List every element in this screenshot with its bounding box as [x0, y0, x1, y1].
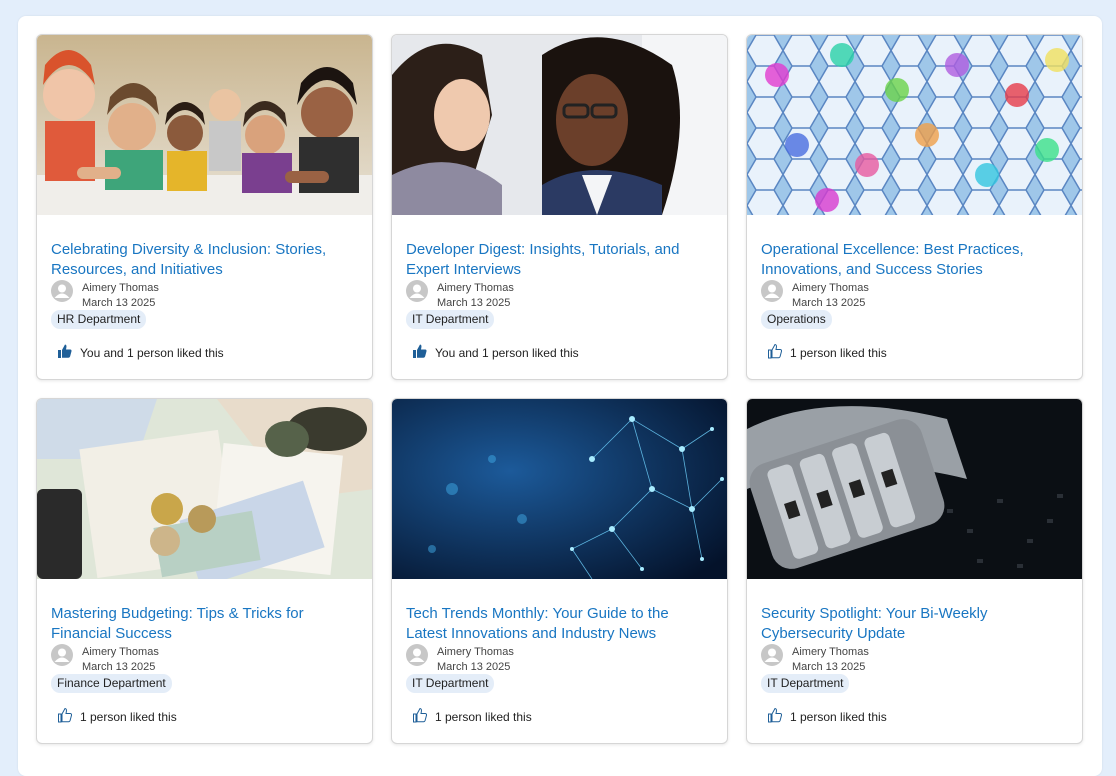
likes-row: You and 1 person liked this [57, 343, 317, 363]
post-date: March 13 2025 [82, 297, 156, 309]
avatar-icon [51, 280, 73, 302]
department-tag[interactable]: Operations [761, 310, 832, 329]
likes-row: 1 person liked this [767, 707, 1027, 727]
department-tag[interactable]: IT Department [406, 310, 495, 329]
post-title[interactable]: Operational Excellence: Best Practices, … [761, 240, 1061, 280]
money-map-image[interactable] [37, 399, 373, 579]
thumbs-up-outline-icon[interactable] [57, 707, 73, 723]
avatar-icon [406, 644, 428, 666]
likes-text: 1 person liked this [790, 710, 887, 724]
news-panel: Celebrating Diversity & Inclusion: Stori… [18, 16, 1102, 776]
department-tag[interactable]: Finance Department [51, 674, 172, 693]
avatar-icon [406, 280, 428, 302]
news-card[interactable]: Celebrating Diversity & Inclusion: Stori… [36, 34, 373, 380]
post-date: March 13 2025 [82, 661, 156, 673]
hexagons-image[interactable] [747, 35, 1083, 215]
developers-photo-image[interactable] [392, 35, 728, 215]
author-info: Aimery Thomas March 13 2025 [406, 280, 626, 309]
author-info: Aimery Thomas March 13 2025 [761, 280, 981, 309]
thumbs-up-outline-icon[interactable] [412, 707, 428, 723]
author-info: Aimery Thomas March 13 2025 [761, 644, 981, 673]
news-card[interactable]: Mastering Budgeting: Tips & Tricks for F… [36, 398, 373, 744]
thumbs-up-outline-icon[interactable] [767, 343, 783, 359]
avatar-icon [51, 644, 73, 666]
post-title[interactable]: Developer Digest: Insights, Tutorials, a… [406, 240, 706, 280]
likes-text: 1 person liked this [80, 710, 177, 724]
padlock-image[interactable] [747, 399, 1083, 579]
news-card[interactable]: Security Spotlight: Your Bi-Weekly Cyber… [746, 398, 1083, 744]
likes-row: 1 person liked this [767, 343, 1027, 363]
author-info: Aimery Thomas March 13 2025 [406, 644, 626, 673]
news-card[interactable]: Operational Excellence: Best Practices, … [746, 34, 1083, 380]
author-name: Aimery Thomas [82, 282, 159, 294]
avatar-icon [761, 644, 783, 666]
author-name: Aimery Thomas [82, 646, 159, 658]
department-tag[interactable]: IT Department [761, 674, 850, 693]
author-name: Aimery Thomas [437, 646, 514, 658]
likes-text: 1 person liked this [790, 346, 887, 360]
news-card[interactable]: Developer Digest: Insights, Tutorials, a… [391, 34, 728, 380]
likes-row: 1 person liked this [412, 707, 672, 727]
author-info: Aimery Thomas March 13 2025 [51, 280, 271, 309]
author-name: Aimery Thomas [437, 282, 514, 294]
thumbs-up-filled-icon[interactable] [412, 343, 428, 359]
post-title[interactable]: Tech Trends Monthly: Your Guide to the L… [406, 604, 706, 644]
author-name: Aimery Thomas [792, 282, 869, 294]
post-title[interactable]: Security Spotlight: Your Bi-Weekly Cyber… [761, 604, 1061, 644]
network-image[interactable] [392, 399, 728, 579]
department-tag[interactable]: HR Department [51, 310, 147, 329]
likes-text: You and 1 person liked this [80, 346, 224, 360]
news-grid: Celebrating Diversity & Inclusion: Stori… [36, 34, 1083, 744]
post-date: March 13 2025 [792, 297, 866, 309]
likes-text: You and 1 person liked this [435, 346, 579, 360]
team-photo-image[interactable] [37, 35, 373, 215]
avatar-icon [761, 280, 783, 302]
post-date: March 13 2025 [437, 297, 511, 309]
department-tag[interactable]: IT Department [406, 674, 495, 693]
news-card[interactable]: Tech Trends Monthly: Your Guide to the L… [391, 398, 728, 744]
likes-row: 1 person liked this [57, 707, 317, 727]
thumbs-up-filled-icon[interactable] [57, 343, 73, 359]
post-date: March 13 2025 [792, 661, 866, 673]
likes-row: You and 1 person liked this [412, 343, 672, 363]
post-date: March 13 2025 [437, 661, 511, 673]
post-title[interactable]: Mastering Budgeting: Tips & Tricks for F… [51, 604, 351, 644]
likes-text: 1 person liked this [435, 710, 532, 724]
author-info: Aimery Thomas March 13 2025 [51, 644, 271, 673]
post-title[interactable]: Celebrating Diversity & Inclusion: Stori… [51, 240, 351, 280]
thumbs-up-outline-icon[interactable] [767, 707, 783, 723]
author-name: Aimery Thomas [792, 646, 869, 658]
